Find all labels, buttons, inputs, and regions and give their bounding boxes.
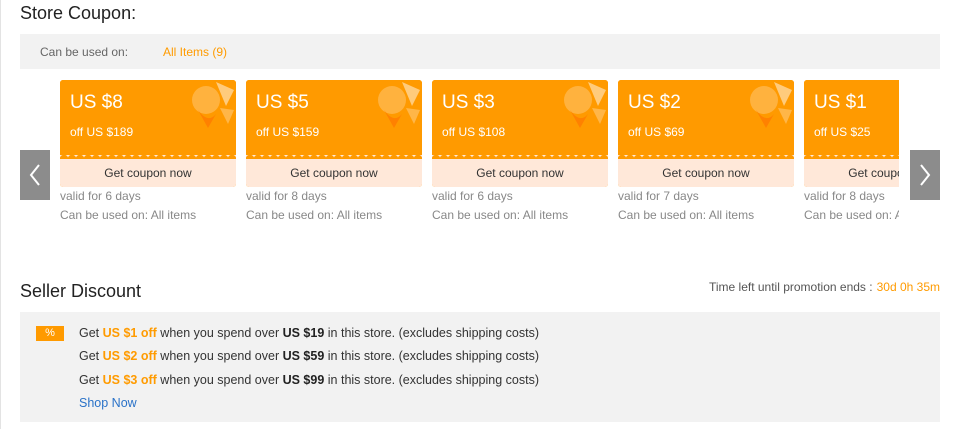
coupon-scallop-edge bbox=[804, 153, 899, 159]
coupon-usable-on: Can be used on: All items bbox=[432, 208, 569, 222]
coupon-usable-on: Can be used on: All items bbox=[618, 208, 755, 222]
coupon-face: US $2 off US $69 Get coupon now bbox=[618, 80, 794, 187]
time-left-label: Time left until promotion ends : bbox=[708, 280, 873, 294]
coupon-usable-on: Can be used on: All items bbox=[804, 208, 899, 222]
discount-text: Get bbox=[79, 326, 103, 340]
coupon-validity: valid for 8 days bbox=[804, 189, 885, 203]
coupon-validity: valid for 8 days bbox=[246, 189, 327, 203]
coupon-min-spend: off US $108 bbox=[442, 125, 506, 139]
store-coupon-title: Store Coupon: bbox=[20, 3, 137, 23]
coupon-header: US $1 off US $25 bbox=[804, 80, 899, 155]
coupon-validity: valid for 6 days bbox=[432, 189, 513, 203]
discount-text: Get bbox=[79, 349, 103, 363]
promotion-countdown: Time left until promotion ends :30d 0h 3… bbox=[709, 280, 940, 294]
coupon-header: US $2 off US $69 bbox=[618, 80, 794, 155]
discount-text: in this store. (excludes shipping costs) bbox=[324, 349, 539, 363]
percent-badge-label: % bbox=[45, 327, 55, 339]
coupon-scallop-edge bbox=[618, 153, 794, 159]
chevron-right-icon bbox=[920, 164, 931, 186]
coupon-min-spend: off US $159 bbox=[256, 125, 320, 139]
coupon-validity: valid for 7 days bbox=[618, 189, 699, 203]
coupon-decoration-icon bbox=[564, 82, 606, 128]
coupon-face: US $3 off US $108 Get coupon now bbox=[432, 80, 608, 187]
get-coupon-button[interactable]: Get coupon now bbox=[432, 155, 608, 187]
discount-text: in this store. (excludes shipping costs) bbox=[324, 326, 539, 340]
page-left-border bbox=[0, 0, 1, 429]
usable-on-bar: Can be used on: All Items (9) bbox=[20, 34, 940, 69]
coupon-header: US $5 off US $159 bbox=[246, 80, 422, 155]
coupon-face: US $8 off US $189 Get coupon now bbox=[60, 80, 236, 187]
coupon-min-spend: off US $189 bbox=[70, 125, 134, 139]
discount-threshold: US $99 bbox=[282, 373, 325, 387]
get-coupon-button[interactable]: Get coupon now bbox=[618, 155, 794, 187]
coupon-card: US $2 off US $69 Get coupon now valid for 7… bbox=[618, 80, 794, 230]
coupon-amount: US $1 bbox=[814, 92, 867, 113]
get-coupon-button[interactable]: Get coupon now bbox=[60, 155, 236, 187]
coupon-carousel: US $8 off US $189 Get coupon now valid for … bbox=[60, 80, 899, 230]
coupon-card: US $1 off US $25 Get coupon now valid for 8… bbox=[804, 80, 899, 230]
seller-discount-panel: % Get US $1 off when you spend over US $… bbox=[20, 312, 940, 422]
discount-text: Get bbox=[79, 373, 103, 387]
discount-amount: US $3 off bbox=[102, 373, 157, 387]
usable-on-label: Can be used on: bbox=[40, 45, 129, 59]
discount-text: in this store. (excludes shipping costs) bbox=[324, 373, 539, 387]
coupon-card: US $8 off US $189 Get coupon now valid for … bbox=[60, 80, 236, 230]
discount-line: Get US $2 off when you spend over US $59… bbox=[79, 349, 539, 363]
usable-on-all-items-link[interactable]: All Items (9) bbox=[163, 45, 227, 59]
coupon-amount: US $8 bbox=[70, 92, 123, 113]
discount-amount: US $2 off bbox=[102, 349, 157, 363]
coupon-card: US $3 off US $108 Get coupon now valid for … bbox=[432, 80, 608, 230]
discount-text: when you spend over bbox=[156, 326, 283, 340]
coupon-face: US $5 off US $159 Get coupon now bbox=[246, 80, 422, 187]
percent-badge-icon: % bbox=[36, 326, 64, 341]
coupon-header: US $3 off US $108 bbox=[432, 80, 608, 155]
discount-text: when you spend over bbox=[156, 349, 283, 363]
seller-discount-title: Seller Discount bbox=[20, 281, 142, 301]
coupon-amount: US $2 bbox=[628, 92, 681, 113]
chevron-left-icon bbox=[29, 164, 40, 186]
coupon-amount: US $3 bbox=[442, 92, 495, 113]
coupon-usable-on: Can be used on: All items bbox=[60, 208, 197, 222]
carousel-prev-button[interactable] bbox=[20, 150, 50, 200]
shop-now-link[interactable]: Shop Now bbox=[79, 396, 137, 410]
coupon-card: US $5 off US $159 Get coupon now valid for … bbox=[246, 80, 422, 230]
get-coupon-button[interactable]: Get coupon now bbox=[246, 155, 422, 187]
coupon-decoration-icon bbox=[378, 82, 420, 128]
discount-threshold: US $59 bbox=[282, 349, 325, 363]
coupon-scallop-edge bbox=[432, 153, 608, 159]
discount-line: Get US $1 off when you spend over US $19… bbox=[79, 326, 539, 340]
discount-line: Get US $3 off when you spend over US $99… bbox=[79, 373, 539, 387]
coupon-usable-on: Can be used on: All items bbox=[246, 208, 383, 222]
coupon-validity: valid for 6 days bbox=[60, 189, 141, 203]
discount-text: when you spend over bbox=[156, 373, 283, 387]
coupon-scallop-edge bbox=[60, 153, 236, 159]
coupon-face: US $1 off US $25 Get coupon now bbox=[804, 80, 899, 187]
coupon-min-spend: off US $25 bbox=[814, 125, 871, 139]
discount-amount: US $1 off bbox=[102, 326, 157, 340]
get-coupon-button[interactable]: Get coupon now bbox=[804, 155, 899, 187]
coupon-amount: US $5 bbox=[256, 92, 309, 113]
coupon-min-spend: off US $69 bbox=[628, 125, 685, 139]
coupon-scallop-edge bbox=[246, 153, 422, 159]
discount-threshold: US $19 bbox=[282, 326, 325, 340]
coupon-decoration-icon bbox=[750, 82, 792, 128]
coupon-header: US $8 off US $189 bbox=[60, 80, 236, 155]
time-left-value: 30d 0h 35m bbox=[876, 280, 940, 294]
carousel-next-button[interactable] bbox=[910, 150, 940, 200]
coupon-decoration-icon bbox=[192, 82, 234, 128]
